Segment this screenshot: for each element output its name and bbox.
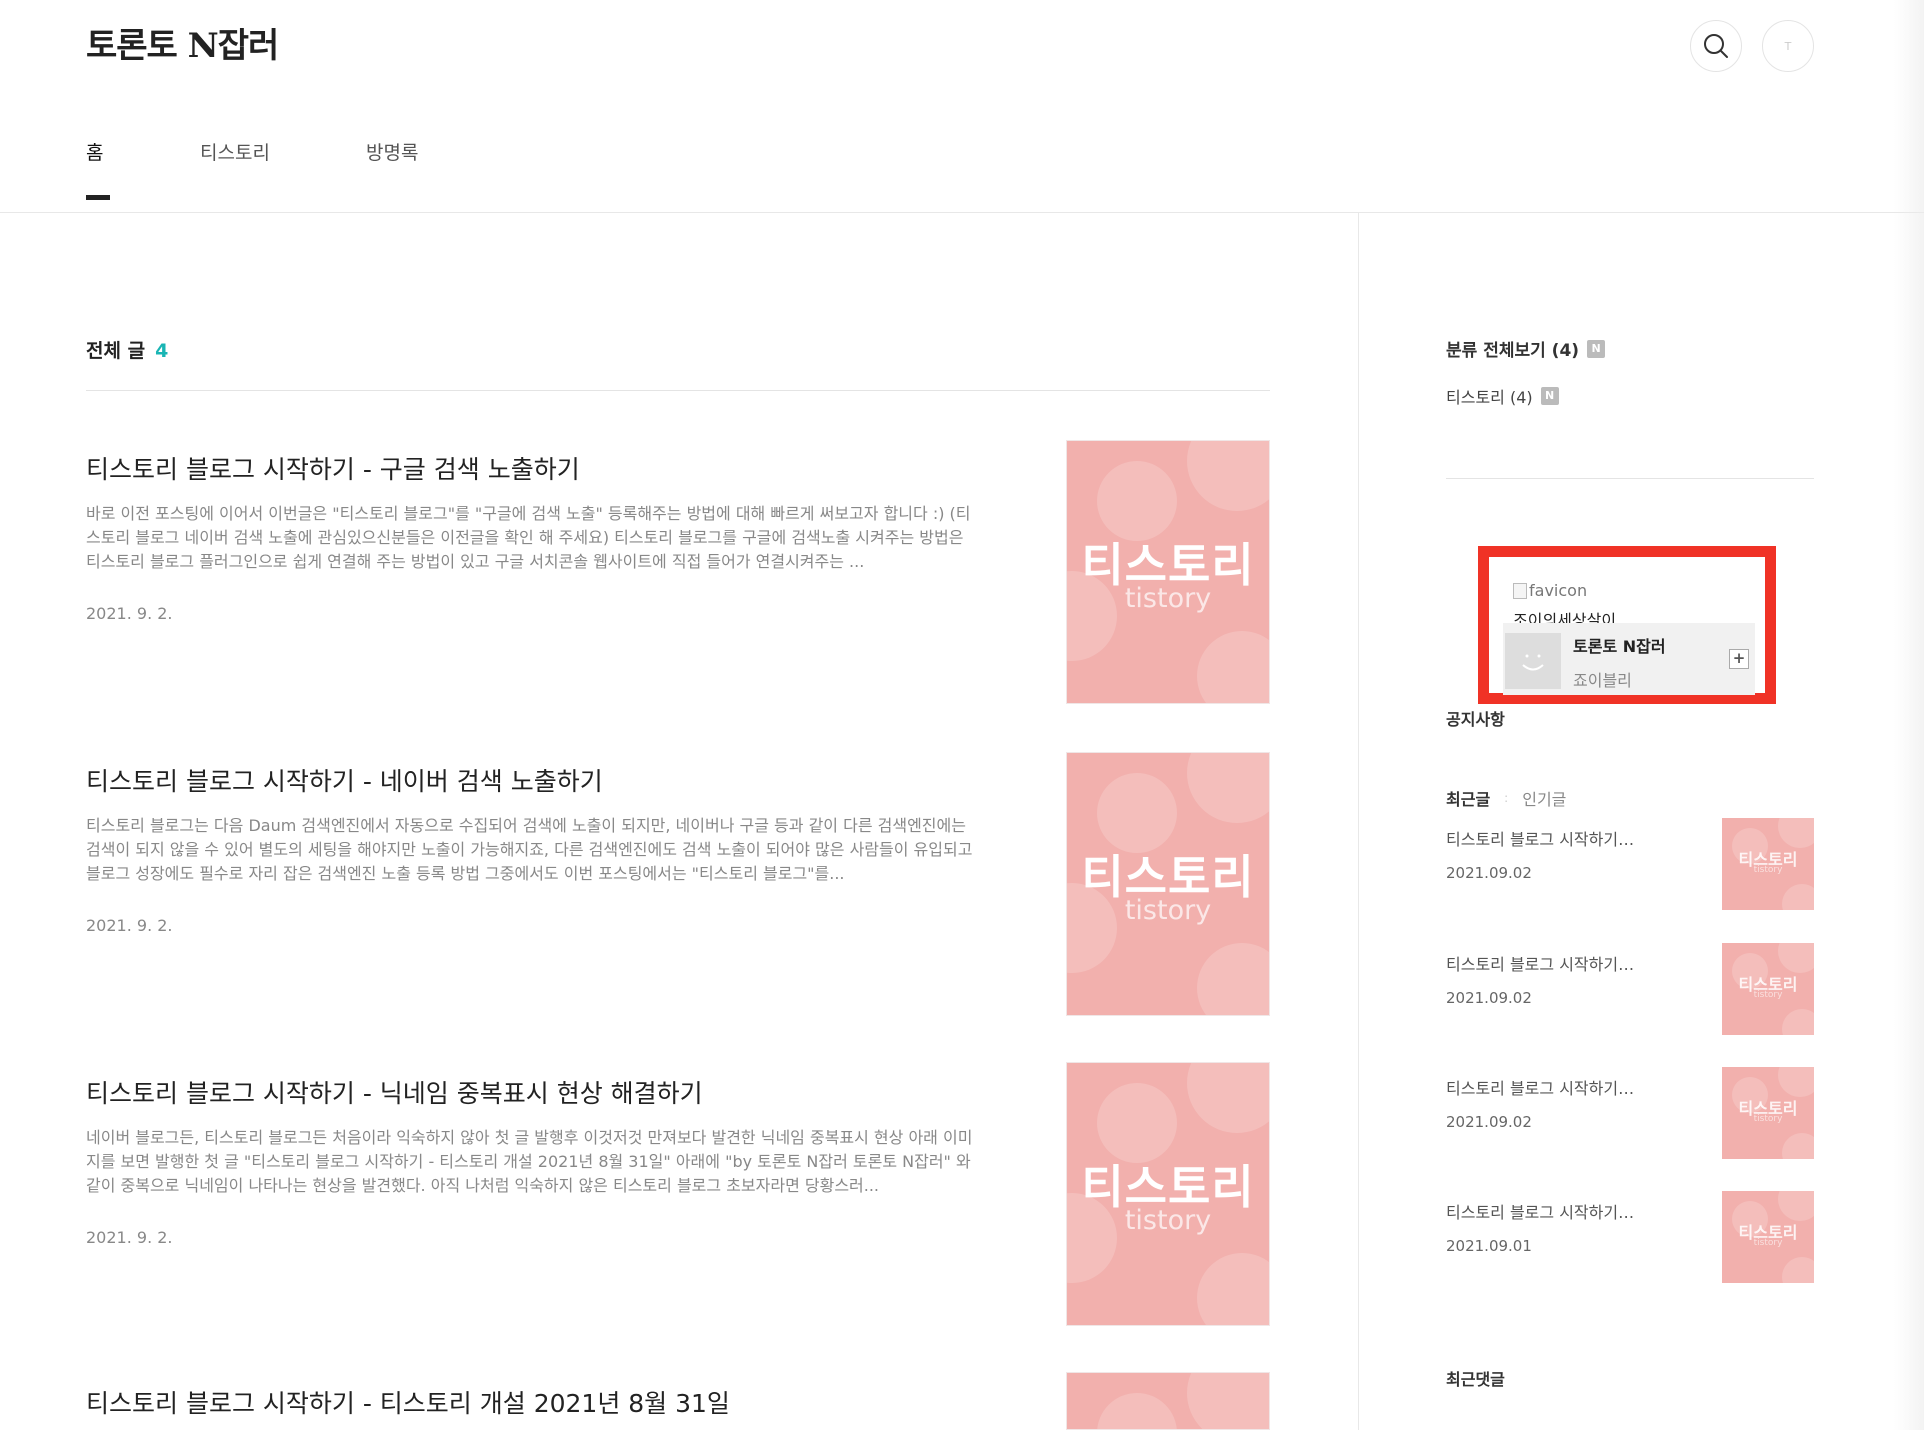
category-item-label: 티스토리 (4): [1446, 388, 1533, 407]
recent-comments-heading: 최근댓글: [1446, 1370, 1505, 1389]
post-excerpt[interactable]: 바로 이전 포스팅에 이어서 이번글은 "티스토리 블로그"를 "구글에 검색 …: [86, 502, 976, 574]
widget-owner-name: 죠이블리: [1573, 671, 1632, 690]
post-item[interactable]: 티스토리 블로그 시작하기 - 네이버 검색 노출하기 티스토리 블로그는 다음…: [86, 752, 1270, 1016]
tab-separator: :: [1504, 791, 1509, 805]
thumb-subtitle: tistory: [1124, 583, 1212, 614]
nav-home[interactable]: 홈: [86, 138, 103, 165]
category-all-link[interactable]: 분류 전체보기 (4) N: [1446, 336, 1606, 361]
total-posts-label: 전체 글 4: [86, 336, 168, 363]
smiley-icon: [1522, 654, 1544, 671]
post-item[interactable]: 티스토리 블로그 시작하기 - 티스토리 개설 2021년 8월 31일: [86, 1372, 1270, 1430]
recent-post-item[interactable]: 티스토리 블로그 시작하기… 2021.09.02 티스토리 tistory: [1446, 943, 1814, 1045]
thumb-subtitle: tistory: [1753, 990, 1783, 1000]
avatar: [1505, 633, 1561, 689]
subscribe-plus-button[interactable]: +: [1729, 649, 1749, 669]
favicon-alt-text: favicon: [1529, 581, 1588, 600]
thumb-subtitle: tistory: [1124, 895, 1212, 926]
recent-post-thumbnail[interactable]: 티스토리 tistory: [1722, 818, 1814, 910]
category-item-tistory[interactable]: 티스토리 (4) N: [1446, 384, 1559, 408]
nav-active-indicator: [86, 195, 110, 200]
blog-title[interactable]: 토론토 N잡러: [86, 18, 279, 67]
recent-post-item[interactable]: 티스토리 블로그 시작하기… 2021.09.02 티스토리 tistory: [1446, 818, 1814, 920]
new-badge: N: [1587, 339, 1606, 358]
post-thumbnail[interactable]: 티스토리 tistory: [1066, 752, 1270, 1016]
nav-tistory[interactable]: 티스토리: [200, 138, 270, 165]
post-excerpt[interactable]: 네이버 블로그든, 티스토리 블로그든 처음이라 익숙하지 않아 첫 글 발행후…: [86, 1126, 976, 1198]
recent-popular-tabs: 최근글 : 인기글: [1446, 786, 1566, 810]
recent-post-thumbnail[interactable]: 티스토리 tistory: [1722, 1067, 1814, 1159]
profile-icon: T: [1784, 39, 1792, 53]
notice-heading: 공지사항: [1446, 710, 1505, 729]
post-excerpt[interactable]: 티스토리 블로그는 다음 Daum 검색엔진에서 자동으로 수집되어 검색에 노…: [86, 814, 976, 886]
total-posts-count: 4: [155, 340, 169, 362]
thumb-subtitle: tistory: [1124, 1205, 1212, 1236]
thumb-subtitle: tistory: [1753, 865, 1783, 875]
header-divider: [0, 212, 1924, 213]
widget-blog-name[interactable]: 토론토 N잡러: [1573, 633, 1666, 657]
recent-post-thumbnail[interactable]: 티스토리 tistory: [1722, 1191, 1814, 1283]
recent-post-item[interactable]: 티스토리 블로그 시작하기… 2021.09.02 티스토리 tistory: [1446, 1067, 1814, 1169]
total-posts-text: 전체 글: [86, 340, 146, 362]
blog-profile-widget: favicon 조이의세상살이 토론토 N잡러 죠이블리 +: [1478, 546, 1776, 704]
recent-post-thumbnail[interactable]: 티스토리 tistory: [1722, 943, 1814, 1035]
thumb-subtitle: tistory: [1753, 1114, 1783, 1124]
new-badge: N: [1540, 387, 1559, 405]
sidebar-divider: [1358, 213, 1359, 1430]
sidebar-section-divider: [1446, 478, 1814, 479]
post-thumbnail[interactable]: 티스토리 tistory: [1066, 440, 1270, 704]
search-icon: [1704, 34, 1728, 58]
post-thumbnail[interactable]: [1066, 1372, 1270, 1430]
nav-guestbook[interactable]: 방명록: [366, 138, 418, 165]
list-divider: [86, 390, 1270, 391]
blog-card[interactable]: 토론토 N잡러 죠이블리 +: [1503, 623, 1755, 695]
broken-image-icon: [1513, 582, 1527, 599]
post-item[interactable]: 티스토리 블로그 시작하기 - 닉네임 중복표시 현상 해결하기 네이버 블로그…: [86, 1062, 1270, 1326]
favicon-image: favicon: [1513, 581, 1587, 600]
tab-popular[interactable]: 인기글: [1522, 786, 1566, 810]
recent-post-item[interactable]: 티스토리 블로그 시작하기… 2021.09.01 티스토리 tistory: [1446, 1191, 1814, 1293]
category-all-label: 분류 전체보기 (4): [1446, 341, 1580, 361]
profile-button[interactable]: T: [1762, 20, 1814, 72]
tab-recent[interactable]: 최근글: [1446, 786, 1490, 810]
post-item[interactable]: 티스토리 블로그 시작하기 - 구글 검색 노출하기 바로 이전 포스팅에 이어…: [86, 440, 1270, 704]
thumb-subtitle: tistory: [1753, 1238, 1783, 1248]
search-button[interactable]: [1690, 20, 1742, 72]
post-thumbnail[interactable]: 티스토리 tistory: [1066, 1062, 1270, 1326]
page-edge-shadow: [1894, 0, 1924, 1430]
